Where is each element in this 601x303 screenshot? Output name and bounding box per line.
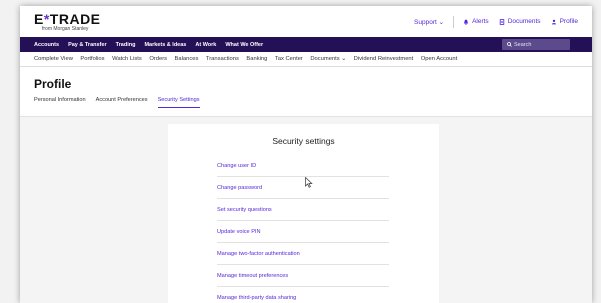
subnav-tax-center[interactable]: Tax Center xyxy=(275,56,303,62)
security-links-list: Change user ID Change password Set secur… xyxy=(217,155,389,303)
subnav-banking[interactable]: Banking xyxy=(246,56,267,62)
profile-header: Profile Personal Information Account Pre… xyxy=(20,67,592,117)
alerts-link[interactable]: Alerts xyxy=(463,18,489,25)
bell-icon xyxy=(463,19,469,25)
logo-subtitle: from Morgan Stanley xyxy=(42,25,89,32)
search-icon xyxy=(507,42,512,47)
search-placeholder: Search xyxy=(514,41,532,48)
security-settings-card: Security settings Change user ID Change … xyxy=(168,124,439,303)
manage-timeout-link[interactable]: Manage timeout preferences xyxy=(217,265,389,287)
mouse-cursor-icon xyxy=(305,177,313,188)
card-title: Security settings xyxy=(272,136,335,146)
tab-personal-information[interactable]: Personal Information xyxy=(34,97,86,108)
subnav-dividend-reinvestment[interactable]: Dividend Reinvestment xyxy=(354,56,414,62)
tab-account-preferences[interactable]: Account Preferences xyxy=(96,97,148,108)
nav-accounts[interactable]: Accounts xyxy=(34,42,59,48)
search-input[interactable]: Search xyxy=(502,39,570,50)
update-voice-pin-link[interactable]: Update voice PIN xyxy=(217,221,389,243)
change-password-link[interactable]: Change password xyxy=(217,177,389,199)
browser-page: E*TRADE from Morgan Stanley Support ⌄ Al… xyxy=(20,6,592,303)
documents-link[interactable]: Documents xyxy=(499,18,541,25)
subnav-transactions[interactable]: Transactions xyxy=(206,56,239,62)
utility-links: Support ⌄ Alerts Documents Profile xyxy=(414,15,578,28)
etrade-logo[interactable]: E*TRADE from Morgan Stanley xyxy=(34,12,101,32)
manage-two-factor-link[interactable]: Manage two-factor authentication xyxy=(217,243,389,265)
change-user-id-link[interactable]: Change user ID xyxy=(217,155,389,177)
set-security-questions-link[interactable]: Set security questions xyxy=(217,199,389,221)
tab-security-settings[interactable]: Security Settings xyxy=(157,97,200,108)
page-title: Profile xyxy=(34,77,72,91)
nav-what-we-offer[interactable]: What We Offer xyxy=(225,42,263,48)
profile-tabs: Personal Information Account Preferences… xyxy=(34,97,592,108)
nav-trading[interactable]: Trading xyxy=(116,42,136,48)
subnav-open-account[interactable]: Open Account xyxy=(421,56,457,62)
nav-pay-transfer[interactable]: Pay & Transfer xyxy=(68,42,107,48)
support-menu[interactable]: Support ⌄ xyxy=(414,18,444,26)
subnav-watch-lists[interactable]: Watch Lists xyxy=(112,56,142,62)
nav-markets-ideas[interactable]: Markets & Ideas xyxy=(144,42,186,48)
nav-at-work[interactable]: At Work xyxy=(195,42,216,48)
subnav-balances[interactable]: Balances xyxy=(175,56,199,62)
manage-data-sharing-link[interactable]: Manage third-party data sharing xyxy=(217,287,389,303)
user-icon xyxy=(551,19,556,24)
document-icon xyxy=(499,18,504,25)
utility-bar: E*TRADE from Morgan Stanley Support ⌄ Al… xyxy=(20,6,592,37)
subnav-complete-view[interactable]: Complete View xyxy=(34,56,73,62)
subnav-portfolios[interactable]: Portfolios xyxy=(80,56,104,62)
account-sub-nav: Complete View Portfolios Watch Lists Ord… xyxy=(20,52,592,67)
profile-link[interactable]: Profile xyxy=(551,18,578,25)
subnav-orders[interactable]: Orders xyxy=(149,56,167,62)
main-nav: Accounts Pay & Transfer Trading Markets … xyxy=(20,37,592,52)
divider xyxy=(453,15,455,28)
main-content: Security settings Change user ID Change … xyxy=(20,117,592,303)
subnav-documents[interactable]: Documents ⌄ xyxy=(310,56,346,62)
